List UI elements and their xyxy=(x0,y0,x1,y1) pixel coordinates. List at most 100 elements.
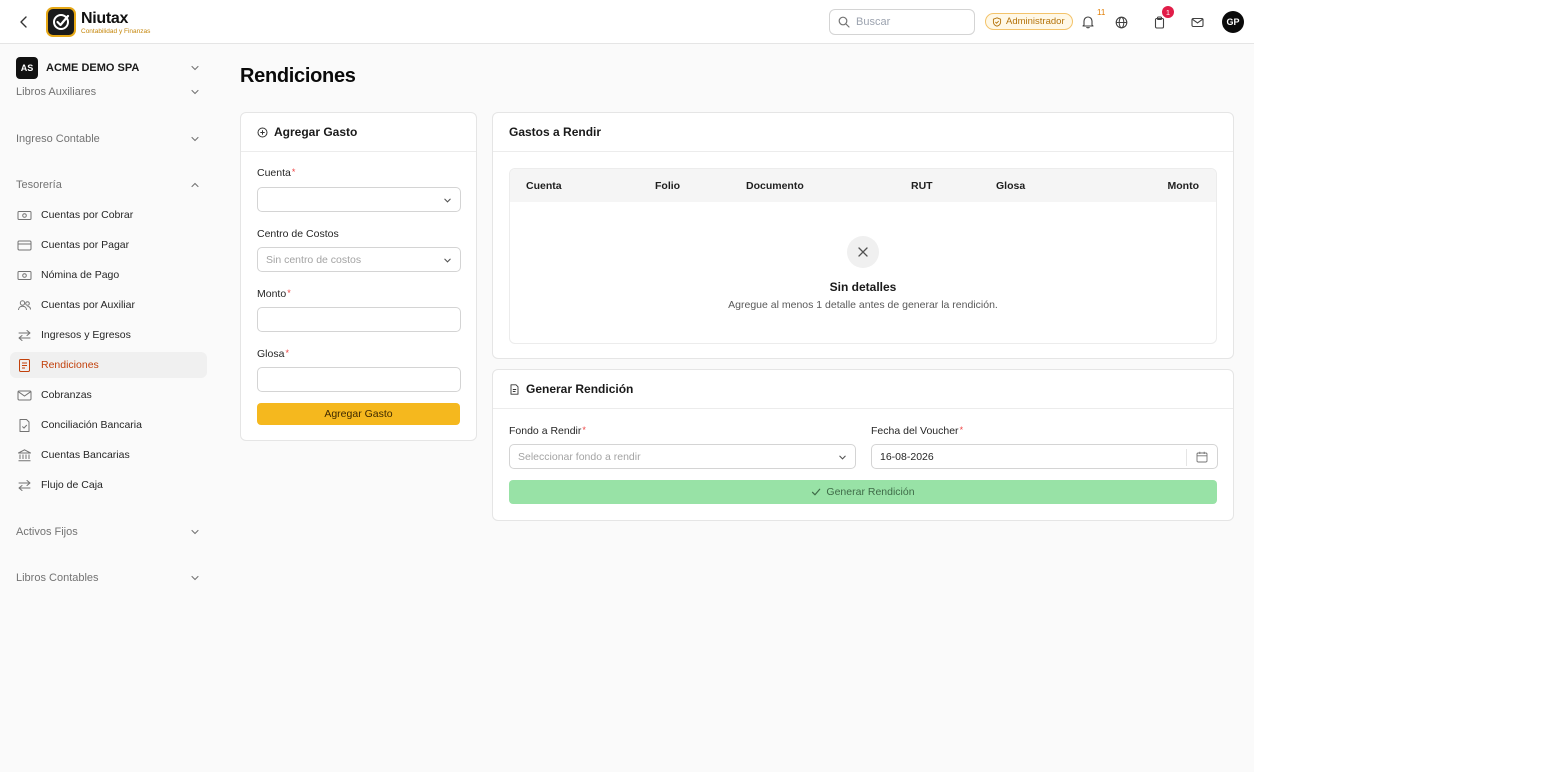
sidebar-item-label: Flujo de Caja xyxy=(41,479,103,491)
monto-field[interactable] xyxy=(257,307,461,332)
card-title: Gastos a Rendir xyxy=(509,125,602,139)
check-icon xyxy=(812,488,821,496)
add-expense-card: Agregar Gasto Cuenta* Centro de Costos S… xyxy=(240,112,477,441)
sidebar-item-flujo-de-caja[interactable]: Flujo de Caja xyxy=(10,472,207,498)
bell-icon xyxy=(1082,16,1094,29)
messages-button[interactable] xyxy=(1187,12,1207,32)
chevron-down-icon xyxy=(839,455,846,460)
clipboard-icon xyxy=(1154,16,1164,29)
sidebar-section-libros-contables[interactable]: Libros Contables xyxy=(16,569,206,587)
globe-icon xyxy=(1115,16,1127,28)
chevron-down-icon xyxy=(444,198,451,203)
glosa-input[interactable] xyxy=(266,368,460,391)
monto-input[interactable] xyxy=(266,308,460,331)
role-badge[interactable]: Administrador xyxy=(985,13,1073,30)
sidebar-item-label: Conciliación Bancaria xyxy=(41,419,142,431)
plus-circle-icon xyxy=(257,127,268,137)
search-input[interactable] xyxy=(856,16,966,28)
receipt-icon xyxy=(17,358,32,373)
banknote-icon xyxy=(17,268,32,283)
page-title: Rendiciones xyxy=(240,65,356,87)
empty-state-description: Agregue al menos 1 detalle antes de gene… xyxy=(728,299,998,311)
chevron-down-icon xyxy=(191,136,199,142)
logo-name: Niutax xyxy=(81,10,129,27)
shield-check-icon xyxy=(992,16,1002,27)
users-icon xyxy=(17,298,32,313)
arrows-exchange-icon xyxy=(17,478,32,493)
monto-label: Monto* xyxy=(257,288,291,300)
notifications-button[interactable] xyxy=(1078,12,1098,32)
column-header-glosa: Glosa xyxy=(996,180,1026,192)
mail-icon xyxy=(17,388,32,403)
add-expense-button[interactable]: Agregar Gasto xyxy=(257,403,460,425)
section-label: Libros Auxiliares xyxy=(16,86,97,98)
glosa-field[interactable] xyxy=(257,367,461,392)
tasks-count-badge: 1 xyxy=(1162,6,1174,18)
sidebar-item-cuentas-bancarias[interactable]: Cuentas Bancarias xyxy=(10,442,207,468)
empty-state-title: Sin detalles xyxy=(829,280,897,294)
column-header-documento: Documento xyxy=(746,180,804,192)
cuenta-select[interactable] xyxy=(257,187,461,212)
table-header: Cuenta Folio Documento RUT Glosa Monto xyxy=(510,169,1216,202)
sidebar-item-rendiciones[interactable]: Rendiciones xyxy=(10,352,207,378)
centro-costos-select[interactable]: Sin centro de costos xyxy=(257,247,461,272)
file-check-icon xyxy=(17,418,32,433)
card-header: Generar Rendición xyxy=(493,370,1233,409)
section-label: Libros Contables xyxy=(16,572,99,584)
sidebar-section-libros-auxiliares[interactable]: Libros Auxiliares xyxy=(16,83,206,101)
sidebar-item-label: Nómina de Pago xyxy=(41,269,120,281)
chevron-down-icon xyxy=(191,89,199,95)
back-button[interactable] xyxy=(14,12,34,32)
section-label: Activos Fijos xyxy=(16,526,78,538)
sidebar-section-tesoreria[interactable]: Tesorería xyxy=(16,176,206,194)
sidebar-item-cuentas-por-auxiliar[interactable]: Cuentas por Auxiliar xyxy=(10,292,207,318)
company-selector[interactable]: AS ACME DEMO SPA xyxy=(16,57,206,79)
sidebar-item-label: Rendiciones xyxy=(41,359,99,371)
column-header-monto: Monto xyxy=(1167,180,1200,192)
sidebar-section-activos-fijos[interactable]: Activos Fijos xyxy=(16,523,206,541)
chevron-down-icon xyxy=(191,65,199,71)
app-logo[interactable] xyxy=(46,7,76,37)
calendar-icon[interactable] xyxy=(1196,451,1208,463)
language-button[interactable] xyxy=(1111,12,1131,32)
chevron-down-icon xyxy=(444,258,451,263)
column-header-rut: RUT xyxy=(911,180,933,192)
sidebar-item-label: Cuentas por Pagar xyxy=(41,239,130,251)
empty-area xyxy=(1254,0,1568,772)
empty-state-icon xyxy=(847,236,879,268)
user-avatar[interactable]: GP xyxy=(1222,11,1244,33)
search-icon xyxy=(838,16,850,28)
card-title: Generar Rendición xyxy=(526,382,634,396)
sidebar-item-nomina-de-pago[interactable]: Nómina de Pago xyxy=(10,262,207,288)
sidebar-item-cobranzas[interactable]: Cobranzas xyxy=(10,382,207,408)
fondo-select[interactable]: Seleccionar fondo a rendir xyxy=(509,444,856,469)
fondo-label: Fondo a Rendir* xyxy=(509,425,586,437)
fecha-label: Fecha del Voucher* xyxy=(871,425,964,437)
sidebar-item-label: Ingresos y Egresos xyxy=(41,329,131,341)
sidebar-item-cuentas-por-pagar[interactable]: Cuentas por Pagar xyxy=(10,232,207,258)
sidebar-item-conciliacion-bancaria[interactable]: Conciliación Bancaria xyxy=(10,412,207,438)
credit-card-icon xyxy=(17,238,32,253)
logo-subtitle: Contabilidad y Finanzas xyxy=(81,28,151,35)
glosa-label: Glosa* xyxy=(257,348,289,360)
generate-rendicion-button[interactable]: Generar Rendición xyxy=(509,480,1217,504)
section-label: Ingreso Contable xyxy=(16,133,100,145)
card-title: Agregar Gasto xyxy=(274,125,358,139)
top-header: Niutax Contabilidad y Finanzas Administr… xyxy=(0,0,1254,44)
company-logo: AS xyxy=(16,57,38,79)
fecha-field[interactable]: 16-08-2026 xyxy=(871,444,1218,469)
notifications-count: 11 xyxy=(1097,8,1106,17)
fecha-value: 16-08-2026 xyxy=(880,450,934,463)
card-header: Agregar Gasto xyxy=(241,113,476,152)
sidebar-item-label: Cuentas por Auxiliar xyxy=(41,299,135,311)
centro-costos-label: Centro de Costos xyxy=(257,228,339,240)
role-label: Administrador xyxy=(1006,16,1065,27)
search-box[interactable] xyxy=(829,9,975,35)
sidebar-item-ingresos-y-egresos[interactable]: Ingresos y Egresos xyxy=(10,322,207,348)
generate-card: Generar Rendición Fondo a Rendir* Selecc… xyxy=(492,369,1234,521)
sidebar-item-cuentas-por-cobrar[interactable]: Cuentas por Cobrar xyxy=(10,202,207,228)
sidebar-section-ingreso-contable[interactable]: Ingreso Contable xyxy=(16,130,206,148)
sidebar-item-label: Cobranzas xyxy=(41,389,92,401)
column-header-folio: Folio xyxy=(655,180,681,192)
banknote-icon xyxy=(17,208,32,223)
